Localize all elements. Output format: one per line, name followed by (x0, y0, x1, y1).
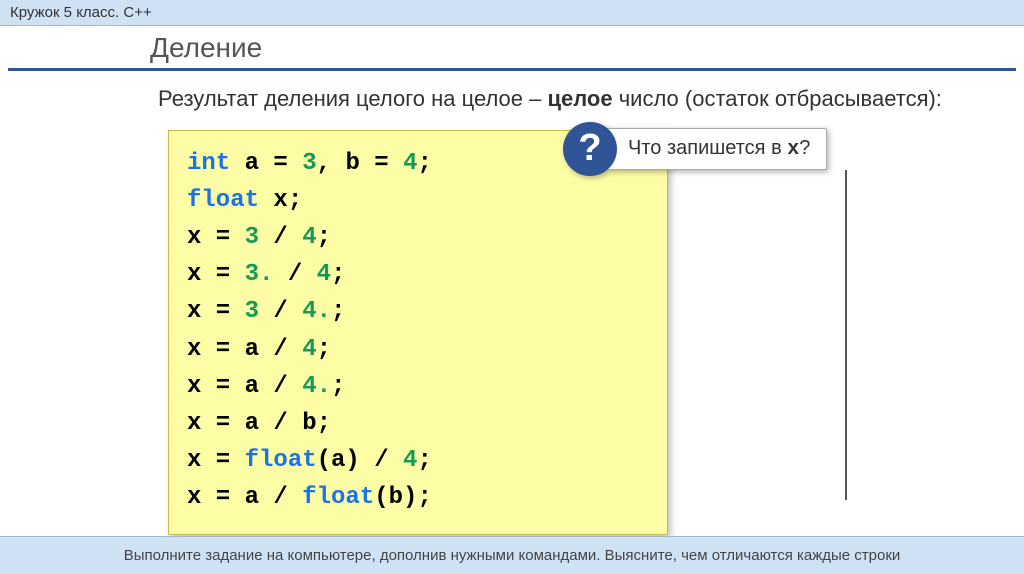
header-text: Кружок 5 класс. C++ (10, 4, 152, 21)
code-t: / (259, 298, 302, 325)
code-t: x = a / (187, 336, 302, 363)
code-t: (a) / (317, 447, 403, 474)
vertical-divider (845, 170, 847, 500)
desc-prefix: Результат деления целого на целое – (158, 86, 547, 111)
callout-text-before: Что запишется в (628, 137, 787, 159)
header-bar: Кружок 5 класс. C++ (0, 0, 1024, 26)
code-t: (b); (374, 484, 432, 511)
code-num: 4. (302, 373, 331, 400)
footer-bar: Выполните задание на компьютере, дополни… (0, 536, 1024, 574)
code-num: 4. (302, 298, 331, 325)
code-t: ; (331, 373, 345, 400)
slide-body: Деление Результат деления целого на цело… (0, 26, 1024, 535)
slide-title: Деление (0, 26, 1024, 66)
code-num: 4 (302, 224, 316, 251)
description: Результат деления целого на целое – цело… (0, 71, 1024, 124)
code-num: 4 (302, 336, 316, 363)
code-num: 4 (403, 150, 417, 177)
code-t: / (259, 224, 302, 251)
code-kw: float (187, 187, 259, 214)
question-mark-icon: ? (563, 122, 617, 176)
code-t: ; (417, 150, 431, 177)
code-num: 3 (245, 298, 259, 325)
content-row: int a = 3, b = 4; float x; x = 3 / 4; x … (168, 130, 1024, 536)
code-kw: float (302, 484, 374, 511)
code-t: x = (187, 261, 245, 288)
code-t: / (273, 261, 316, 288)
code-t: , b = (317, 150, 403, 177)
code-t: x = a / (187, 373, 302, 400)
desc-suffix: число (остаток отбрасывается): (613, 86, 942, 111)
code-t: ; (417, 447, 431, 474)
code-kw: int (187, 150, 230, 177)
question-mark: ? (578, 127, 601, 170)
code-t: x = (187, 298, 245, 325)
code-t: x; (259, 187, 302, 214)
code-kw: float (245, 447, 317, 474)
code-t: a = (230, 150, 302, 177)
code-t: ; (317, 336, 331, 363)
code-t: x = a / b; (187, 410, 331, 437)
code-num: 3 (245, 224, 259, 251)
code-num: 4 (403, 447, 417, 474)
footer-text: Выполните задание на компьютере, дополни… (124, 547, 901, 564)
callout-text-after: ? (799, 137, 810, 159)
question-bubble: Что запишется в x? (599, 128, 827, 170)
code-num: 3 (302, 150, 316, 177)
code-t: ; (331, 261, 345, 288)
desc-bold: целое (547, 86, 612, 111)
code-box: int a = 3, b = 4; float x; x = 3 / 4; x … (168, 130, 668, 536)
code-t: x = a / (187, 484, 302, 511)
question-callout: ? Что запишется в x? (563, 122, 827, 176)
code-t: ; (331, 298, 345, 325)
code-num: 3. (245, 261, 274, 288)
code-t: x = (187, 224, 245, 251)
callout-var: x (787, 138, 799, 161)
code-t: ; (317, 224, 331, 251)
code-num: 4 (317, 261, 331, 288)
code-t: x = (187, 447, 245, 474)
